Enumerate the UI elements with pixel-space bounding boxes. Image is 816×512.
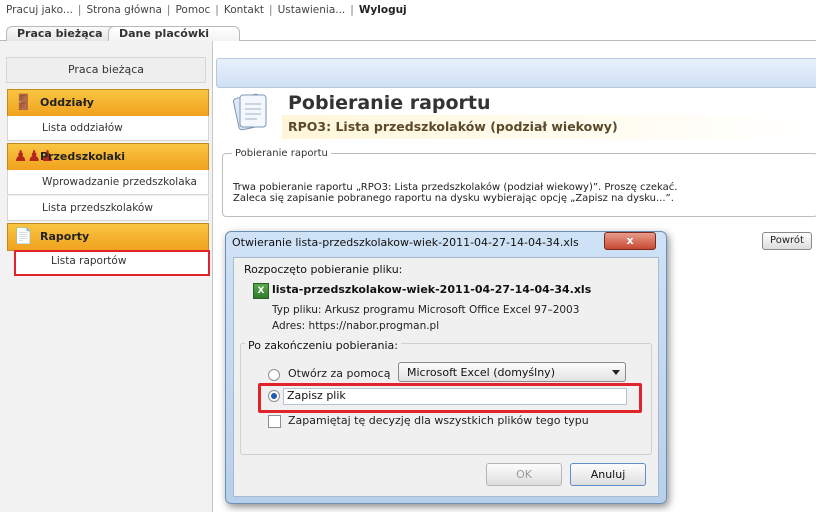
section-raporty[interactable]: 📄 Raporty: [7, 223, 209, 251]
menu-strona-glowna[interactable]: Strona główna: [86, 4, 161, 16]
menu-kontakt[interactable]: Kontakt: [224, 4, 264, 16]
chevron-down-icon: [612, 370, 620, 375]
tab-strip: Praca bieżąca Dane placówki: [0, 26, 816, 41]
sidebar-item-lista-oddzialow[interactable]: Lista oddziałów: [7, 116, 209, 141]
menu-pracuj-jako[interactable]: Pracuj jako...: [6, 4, 73, 16]
download-started-label: Rozpoczęto pobieranie pliku:: [244, 263, 403, 276]
sidebar-item-lista-przedszkolakow[interactable]: Lista przedszkolaków: [7, 196, 209, 221]
tab-dane-placowki[interactable]: Dane placówki: [108, 26, 240, 41]
file-type: Typ pliku: Arkusz programu Microsoft Off…: [272, 304, 580, 316]
page-title: Pobieranie raportu: [288, 92, 491, 114]
close-button[interactable]: x: [604, 232, 656, 250]
ok-button[interactable]: OK: [486, 463, 562, 486]
sidebar-item-label: Lista raportów: [51, 255, 127, 267]
excel-file-icon: X: [253, 283, 269, 299]
section-przedszkolaki-label: Przedszkolaki: [40, 150, 126, 163]
menu-ustawienia[interactable]: Ustawienia...: [278, 4, 346, 16]
status-message: Trwa pobieranie raportu „RPO3: Lista prz…: [233, 182, 678, 193]
section-przedszkolaki[interactable]: ♟♟♟ Przedszkolaki: [7, 143, 209, 171]
menu-pomoc[interactable]: Pomoc: [175, 4, 210, 16]
document-icon: [233, 93, 267, 131]
fieldset-legend: Pobieranie raportu: [232, 148, 331, 159]
open-with-select[interactable]: Microsoft Excel (domyślny): [398, 362, 626, 382]
remember-label[interactable]: Zapamiętaj tę decyzję dla wszystkich pli…: [288, 414, 589, 427]
section-oddzialy[interactable]: 🚪 Oddziały: [7, 89, 209, 117]
after-download-legend: Po zakończeniu pobierania:: [245, 339, 402, 352]
dialog-title: Otwieranie lista-przedszkolakow-wiek-201…: [232, 236, 579, 249]
open-with-value: Microsoft Excel (domyślny): [407, 366, 555, 379]
highlight-frame: [258, 383, 642, 413]
sidebar-title: Praca bieżąca: [6, 57, 206, 83]
file-name: lista-przedszkolakow-wiek-2011-04-27-14-…: [272, 283, 592, 296]
menu-wyloguj[interactable]: Wyloguj: [359, 4, 407, 16]
sidebar-item-label: Wprowadzanie przedszkolaka: [42, 176, 197, 188]
open-with-label[interactable]: Otwórz za pomocą: [288, 367, 390, 380]
hint-message: Zaleca się zapisanie pobranego raportu n…: [233, 193, 674, 204]
sidebar-item-label: Lista przedszkolaków: [42, 202, 153, 214]
door-icon: 🚪: [14, 93, 33, 111]
section-raporty-label: Raporty: [40, 230, 90, 243]
sidebar-item-wprowadzanie[interactable]: Wprowadzanie przedszkolaka: [7, 170, 209, 195]
cancel-button[interactable]: Anuluj: [570, 463, 646, 486]
header-strip: [216, 58, 816, 88]
back-button[interactable]: Powrót: [762, 232, 812, 250]
file-address: Adres: https://nabor.progman.pl: [272, 320, 440, 332]
sidebar: Praca bieżąca 🚪 Oddziały Lista oddziałów…: [0, 41, 213, 512]
document-icon: 📄: [14, 227, 33, 245]
section-oddzialy-label: Oddziały: [40, 96, 94, 109]
top-menu: Pracuj jako... | Strona główna | Pomoc | Konta…: [6, 4, 407, 16]
tab-praca-biezaca[interactable]: Praca bieżąca: [6, 26, 122, 41]
sidebar-item-lista-raportow[interactable]: Lista raportów: [14, 250, 210, 276]
page-subtitle: RPO3: Lista przedszkolaków (podział wiek…: [288, 119, 618, 134]
open-with-radio[interactable]: [268, 369, 280, 381]
remember-checkbox[interactable]: [268, 415, 281, 428]
children-icon: ♟♟♟: [14, 147, 55, 165]
sidebar-item-label: Lista oddziałów: [42, 122, 123, 134]
